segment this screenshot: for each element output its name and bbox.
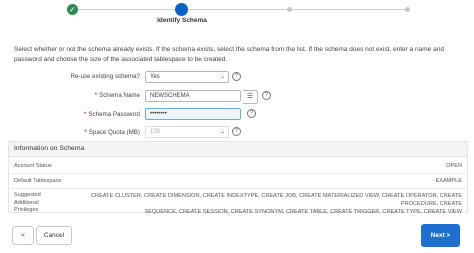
info-key: Account Status (14, 163, 52, 169)
info-value: EXAMPLE (435, 178, 462, 184)
info-value: CREATE CLUSTER, CREATE DIMENSION, CREATE… (82, 192, 462, 216)
info-value-line: SEQUENCE, CREATE SESSION, CREATE SYNONYM… (144, 209, 462, 215)
chevron-down-icon: ⌄ (219, 129, 225, 135)
space-quota-select[interactable]: 100 ⌄ (145, 126, 229, 138)
reuse-schema-label: Re-use existing schema? (70, 73, 140, 80)
schema-password-label-text: Schema Password (88, 111, 140, 118)
info-value-line: CREATE CLUSTER, CREATE DIMENSION, CREATE… (91, 193, 462, 207)
wizard-progress: ✓ Identify Schema (0, 0, 474, 30)
space-quota-label-text: Space Quota (MB) (88, 129, 140, 136)
required-marker: * (83, 111, 87, 118)
wizard-future-step (287, 7, 292, 12)
back-button[interactable]: < (12, 226, 34, 245)
cancel-button[interactable]: Cancel (36, 226, 72, 245)
intro-text: Select whether or not the schema already… (14, 46, 444, 63)
required-marker: * (94, 92, 98, 99)
schema-name-label-text: Schema Name (99, 92, 140, 99)
help-icon[interactable]: ? (262, 91, 271, 100)
next-label: Next (430, 232, 445, 239)
required-marker: * (84, 129, 87, 136)
wizard-future-step (405, 7, 410, 12)
divider (9, 188, 467, 189)
help-icon[interactable]: ? (247, 109, 256, 118)
reuse-schema-value: Yes (150, 74, 160, 80)
info-key: Default Tablespace (14, 178, 62, 184)
schema-password-input[interactable]: •••••••• (145, 108, 241, 120)
chevron-right-icon: > (446, 232, 451, 239)
info-key: Suggested Additional Privileges (14, 192, 41, 213)
schema-password-label: * Schema Password (84, 111, 140, 118)
help-icon[interactable]: ? (232, 127, 241, 136)
schema-info-title: Information on Schema (9, 142, 467, 157)
space-quota-value: 100 (150, 129, 161, 135)
info-value: OPEN (446, 163, 462, 169)
divider (9, 173, 467, 174)
reuse-schema-select[interactable]: Yes ⌄ (145, 71, 229, 83)
wizard-step-label: Identify Schema (157, 17, 207, 24)
schema-info-region: Information on Schema Account Status OPE… (8, 141, 468, 216)
chevron-left-icon: < (21, 232, 25, 239)
next-button[interactable]: Next > (421, 224, 460, 247)
wizard-connector (78, 9, 175, 10)
check-icon: ✓ (67, 4, 78, 15)
wizard-connector (188, 9, 408, 10)
help-icon[interactable]: ? (232, 72, 241, 81)
chevron-down-icon: ⌄ (219, 74, 225, 80)
list-icon[interactable]: ☰ (243, 90, 258, 104)
wizard-current-step (175, 3, 188, 16)
schema-name-label: * Schema Name (95, 92, 140, 99)
space-quota-label: * Space Quota (MB) (84, 129, 140, 136)
schema-name-input[interactable]: NEWSCHEMA (145, 90, 241, 102)
